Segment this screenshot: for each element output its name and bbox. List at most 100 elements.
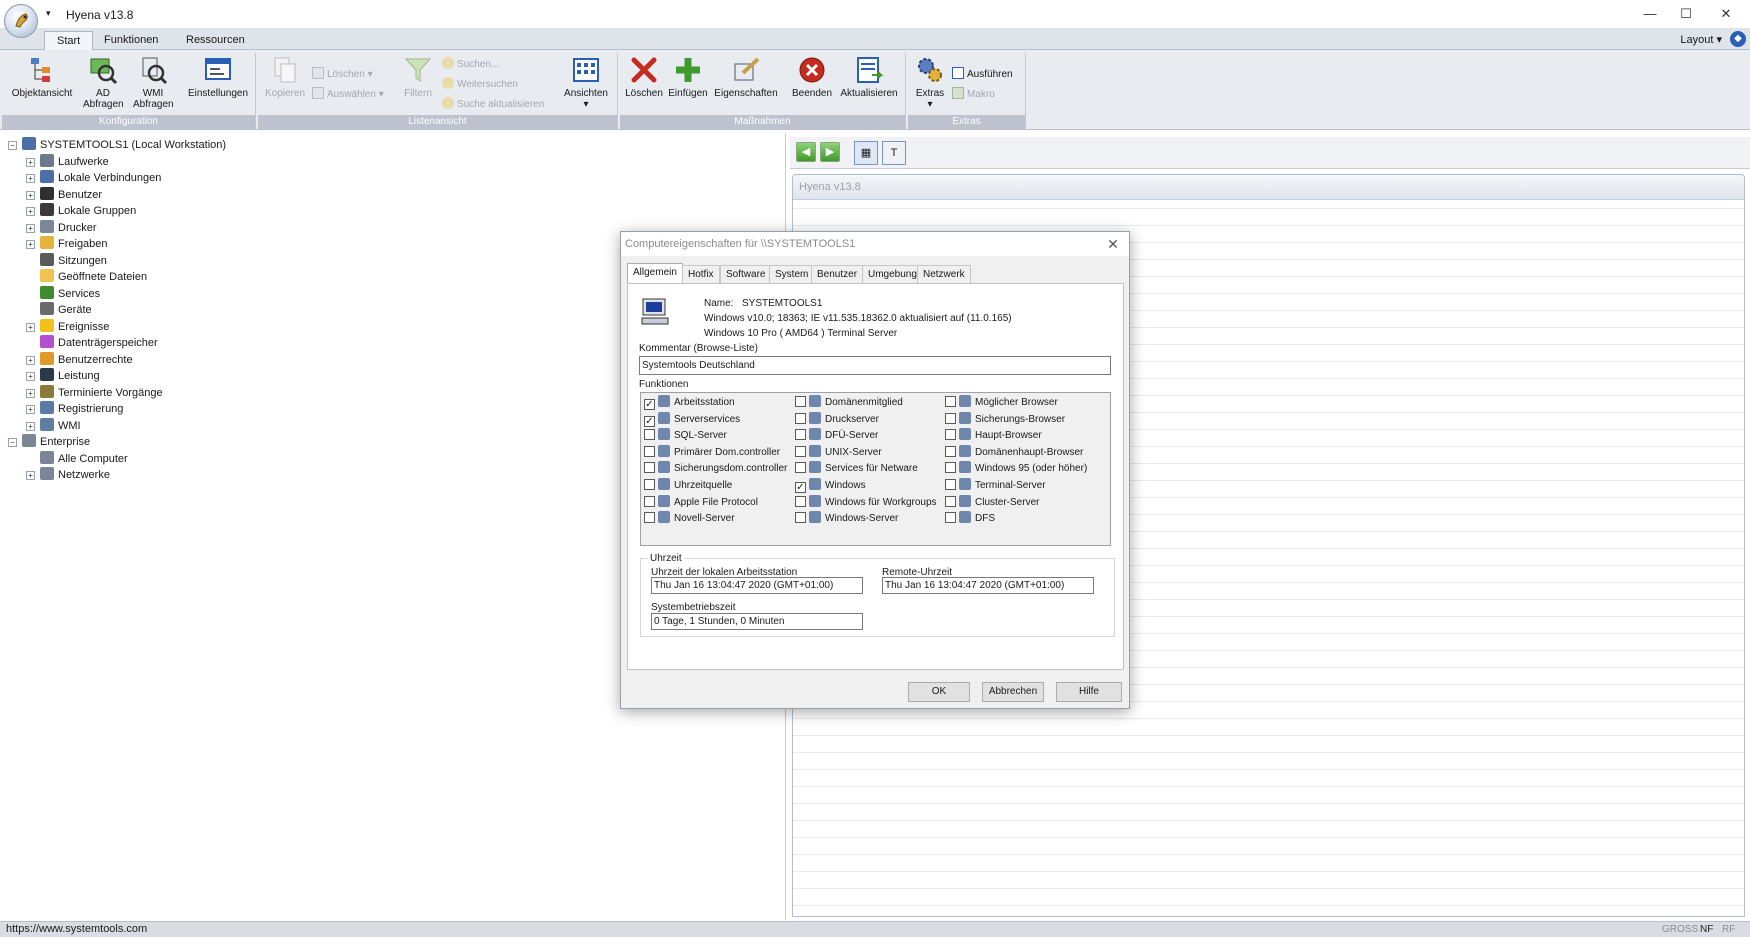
function-checkbox[interactable]: ✓ Serverservices <box>644 411 740 427</box>
suche-aktualisieren-button[interactable]: Suche aktualisieren <box>442 97 544 112</box>
extras-button[interactable]: Extras ▾ <box>912 55 948 110</box>
checkbox-unchecked-icon[interactable] <box>644 512 655 524</box>
checkbox-unchecked-icon[interactable] <box>795 512 806 524</box>
einfuegen-button[interactable]: Einfügen <box>666 55 710 99</box>
checkbox-checked-icon[interactable]: ✓ <box>644 399 655 410</box>
function-checkbox[interactable]: Domänenmitglied <box>795 395 903 410</box>
tab-allgemein[interactable]: Allgemein <box>627 263 683 284</box>
tree-item-11[interactable]: Datenträgerspeicher <box>26 335 158 351</box>
ausfuehren-button[interactable]: Ausführen <box>952 67 1013 82</box>
tree-enterprise[interactable]: − Enterprise <box>8 434 90 450</box>
tab-software[interactable]: Software <box>720 265 772 283</box>
tree-root-systemtools1[interactable]: − SYSTEMTOOLS1 (Local Workstation) <box>8 137 226 153</box>
checkbox-unchecked-icon[interactable] <box>945 429 956 441</box>
tree-item-2[interactable]: + Benutzer <box>26 186 102 203</box>
tab-start[interactable]: Start <box>44 31 94 50</box>
filtern-button[interactable]: Filtern <box>398 55 438 99</box>
checkbox-unchecked-icon[interactable] <box>795 429 806 441</box>
tree-item-6[interactable]: Sitzungen <box>26 252 107 269</box>
function-checkbox[interactable]: Druckserver <box>795 411 879 427</box>
expand-icon[interactable]: + <box>26 372 35 381</box>
tree-item-8[interactable]: Services <box>26 285 100 302</box>
checkbox-unchecked-icon[interactable] <box>644 429 655 441</box>
expand-icon[interactable]: + <box>26 240 35 249</box>
tab-netzwerk[interactable]: Netzwerk <box>917 265 971 283</box>
grid-view-icon[interactable]: ▦ <box>854 141 878 165</box>
tab-umgebung[interactable]: Umgebung <box>862 265 923 283</box>
expand-icon[interactable]: + <box>26 471 35 480</box>
checkbox-unchecked-icon[interactable] <box>644 495 655 507</box>
checkbox-unchecked-icon[interactable] <box>945 495 956 507</box>
expand-icon[interactable]: + <box>26 207 35 216</box>
help-icon[interactable]: ◆ <box>1730 31 1746 47</box>
uptime-field[interactable]: 0 Tage, 1 Stunden, 0 Minuten <box>651 613 863 630</box>
tree-item-12[interactable]: + Benutzerrechte <box>26 351 133 368</box>
comment-field[interactable]: Systemtools Deutschland <box>639 356 1111 375</box>
loeschen-button[interactable]: Löschen <box>624 55 664 99</box>
kopieren-button[interactable]: Kopieren <box>262 55 308 99</box>
function-checkbox[interactable]: Möglicher Browser <box>945 395 1058 410</box>
function-checkbox[interactable]: ✓ Windows <box>795 478 866 493</box>
checkbox-unchecked-icon[interactable] <box>945 479 956 490</box>
tree-item-5[interactable]: + Freigaben <box>26 236 108 252</box>
function-checkbox[interactable]: Uhrzeitquelle <box>644 478 732 493</box>
layout-menu[interactable]: Layout ▾ <box>1680 31 1722 49</box>
wmi-abfragen-button[interactable]: WMI Abfragen <box>130 55 176 110</box>
function-checkbox[interactable]: Primärer Dom.controller <box>644 444 780 460</box>
tree-item-3[interactable]: + Lokale Gruppen <box>26 203 136 219</box>
remote-time-field[interactable]: Thu Jan 16 13:04:47 2020 (GMT+01:00) <box>882 577 1094 594</box>
function-checkbox[interactable]: Windows-Server <box>795 511 898 526</box>
function-checkbox[interactable]: Sicherungsdom.controller <box>644 461 787 476</box>
checkbox-unchecked-icon[interactable] <box>945 462 956 474</box>
tree-item-10[interactable]: + Ereignisse <box>26 318 109 335</box>
maximize-button[interactable]: ☐ <box>1666 4 1706 24</box>
cancel-button[interactable]: Abbrechen <box>982 682 1044 702</box>
ad-abfragen-button[interactable]: AD Abfragen <box>80 55 126 110</box>
function-checkbox[interactable]: Novell-Server <box>644 511 735 526</box>
einstellungen-button[interactable]: Einstellungen <box>184 55 252 99</box>
close-window-button[interactable]: ✕ <box>1706 4 1746 24</box>
function-checkbox[interactable]: SQL-Server <box>644 428 727 443</box>
collapse-icon[interactable]: − <box>8 141 17 150</box>
ok-button[interactable]: OK <box>908 682 970 702</box>
tree-item-4[interactable]: + Drucker <box>26 219 97 236</box>
function-checkbox[interactable]: Services für Netware <box>795 461 918 476</box>
text-view-icon[interactable]: T <box>882 141 906 165</box>
forward-icon[interactable]: ▶ <box>820 142 840 162</box>
help-button[interactable]: Hilfe <box>1056 682 1122 702</box>
function-checkbox[interactable]: ✓ Arbeitsstation <box>644 395 735 410</box>
checkbox-unchecked-icon[interactable] <box>795 495 806 507</box>
tab-funktionen[interactable]: Funktionen <box>92 31 170 50</box>
auswaehlen-button[interactable]: Auswählen ▾ <box>312 87 384 102</box>
checkbox-unchecked-icon[interactable] <box>795 462 806 474</box>
minimize-button[interactable]: — <box>1630 4 1670 24</box>
quick-access-dropdown-icon[interactable]: ▾ <box>46 8 51 19</box>
tree-item-1[interactable]: + Lokale Verbindungen <box>26 170 161 186</box>
function-checkbox[interactable]: DFS <box>945 511 995 526</box>
eigenschaften-button[interactable]: Eigenschaften <box>712 55 780 99</box>
checkbox-unchecked-icon[interactable] <box>795 445 806 457</box>
tree-item-16[interactable]: + WMI <box>26 417 81 434</box>
function-checkbox[interactable]: Cluster-Server <box>945 494 1039 510</box>
dialog-close-icon[interactable]: ✕ <box>1103 234 1123 254</box>
function-checkbox[interactable]: DFÜ-Server <box>795 428 878 443</box>
tree-item-14[interactable]: + Terminierte Vorgänge <box>26 384 163 401</box>
checkbox-checked-icon[interactable]: ✓ <box>795 482 806 493</box>
tree-item-15[interactable]: + Registrierung <box>26 401 123 417</box>
tab-system[interactable]: System <box>769 265 815 283</box>
expand-icon[interactable]: + <box>26 174 35 183</box>
tree-item-7[interactable]: Geöffnete Dateien <box>26 269 147 285</box>
local-time-field[interactable]: Thu Jan 16 13:04:47 2020 (GMT+01:00) <box>651 577 863 594</box>
suchen-button[interactable]: Suchen... <box>442 57 499 72</box>
tab-ressourcen[interactable]: Ressourcen <box>174 31 257 50</box>
checkbox-unchecked-icon[interactable] <box>644 462 655 474</box>
tab-hotfix[interactable]: Hotfix <box>682 265 720 283</box>
checkbox-unchecked-icon[interactable] <box>795 412 806 424</box>
weitersuchen-button[interactable]: Weitersuchen <box>442 77 518 92</box>
function-checkbox[interactable]: Haupt-Browser <box>945 428 1042 443</box>
checkbox-unchecked-icon[interactable] <box>945 412 956 424</box>
function-checkbox[interactable]: Domänenhaupt-Browser <box>945 444 1083 460</box>
tree-item-enterprise-1[interactable]: + Netzwerke <box>26 467 110 483</box>
checkbox-unchecked-icon[interactable] <box>644 479 655 490</box>
checkbox-unchecked-icon[interactable] <box>644 445 655 457</box>
